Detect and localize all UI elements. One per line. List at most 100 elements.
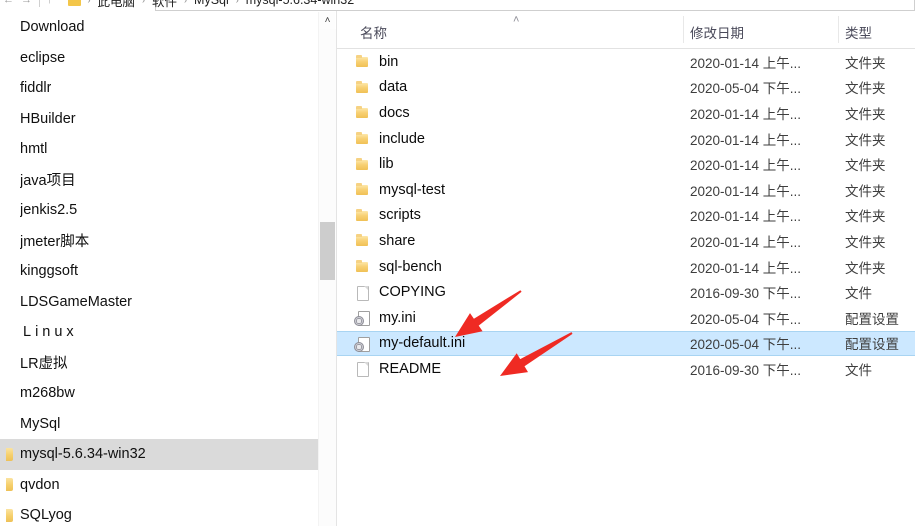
- file-name-cell[interactable]: data: [354, 79, 407, 95]
- nav-item-label: java项目: [20, 173, 76, 190]
- table-row[interactable]: COPYING 2016-09-30 下午... 文件: [337, 279, 915, 305]
- breadcrumb-item-0[interactable]: 此电脑: [98, 0, 136, 10]
- breadcrumb-separator-1: ›: [142, 0, 146, 5]
- date-modified-cell: 2020-05-04 下午...: [690, 311, 802, 327]
- table-row[interactable]: scripts 2020-01-14 上午... 文件夹: [337, 203, 915, 229]
- nav-item[interactable]: MySql: [0, 409, 318, 440]
- back-arrow-icon[interactable]: ←: [3, 0, 14, 6]
- file-name-cell[interactable]: lib: [354, 156, 394, 172]
- nav-item[interactable]: qvdon: [0, 470, 318, 501]
- file-name-cell[interactable]: my-default.ini: [354, 335, 465, 352]
- column-header-row: 名称 ˄ 修改日期 类型: [337, 11, 915, 49]
- table-row[interactable]: my.ini 2020-05-04 下午... 配置设置: [337, 305, 915, 331]
- breadcrumb-separator-2: ›: [184, 0, 188, 5]
- nav-item[interactable]: mysql-5.6.34-win32: [0, 439, 318, 470]
- column-divider-name-date[interactable]: [683, 16, 684, 43]
- file-name-label: README: [379, 360, 442, 377]
- type-cell: 文件夹: [845, 106, 886, 122]
- nav-item[interactable]: jmeter脚本: [0, 226, 318, 257]
- nav-item[interactable]: hmtl: [0, 134, 318, 165]
- scrollbar-track[interactable]: [319, 29, 336, 526]
- file-name-cell[interactable]: share: [354, 233, 415, 249]
- date-modified-cell: 2020-05-04 下午...: [690, 337, 802, 353]
- nav-item[interactable]: HBuilder: [0, 104, 318, 135]
- file-name-cell[interactable]: COPYING: [354, 284, 446, 301]
- table-row[interactable]: include 2020-01-14 上午... 文件夹: [337, 126, 915, 152]
- type-cell: 文件夹: [845, 81, 886, 97]
- type-cell: 文件夹: [845, 260, 886, 276]
- file-list: bin 2020-01-14 上午... 文件夹 data 2020-05-04 下午.…: [337, 49, 915, 382]
- file-list-pane: 名称 ˄ 修改日期 类型 bin 2020-01-14 上午... 文件夹 data 2…: [337, 11, 915, 526]
- date-modified-cell: 2020-01-14 上午...: [690, 158, 802, 174]
- table-row[interactable]: bin 2020-01-14 上午... 文件夹: [337, 49, 915, 75]
- table-row[interactable]: data 2020-05-04 下午... 文件夹: [337, 75, 915, 101]
- folder-icon: [354, 105, 370, 120]
- folder-icon: [354, 80, 370, 95]
- up-arrow-icon[interactable]: ↑: [47, 0, 53, 6]
- table-row[interactable]: share 2020-01-14 上午... 文件夹: [337, 228, 915, 254]
- navigation-pane-scrollbar[interactable]: ˄: [318, 12, 336, 526]
- file-name-cell[interactable]: bin: [354, 54, 398, 70]
- nav-item[interactable]: m268bw: [0, 378, 318, 409]
- nav-item[interactable]: Download: [0, 12, 318, 43]
- column-header-type[interactable]: 类型: [845, 22, 872, 43]
- nav-item-label: Linux: [23, 324, 78, 341]
- folder-icon: [354, 259, 370, 274]
- type-cell: 文件夹: [845, 183, 886, 199]
- nav-item[interactable]: jenkis2.5: [0, 195, 318, 226]
- nav-item-label: HBuilder: [20, 110, 76, 127]
- file-name-label: my.ini: [379, 309, 416, 326]
- date-modified-cell: 2020-01-14 上午...: [690, 106, 802, 122]
- nav-item-label: LDSGameMaster: [20, 293, 133, 310]
- nav-item-label: qvdon: [20, 476, 60, 493]
- file-name-cell[interactable]: scripts: [354, 207, 421, 223]
- address-folder-icon: [67, 0, 81, 6]
- column-divider-date-type[interactable]: [838, 16, 839, 43]
- breadcrumb-item-3[interactable]: mysql-5.6.34-win32: [246, 0, 354, 7]
- date-modified-cell: 2016-09-30 下午...: [690, 286, 802, 302]
- nav-item-label: jenkis2.5: [20, 202, 78, 219]
- table-row[interactable]: README 2016-09-30 下午... 文件: [337, 356, 915, 382]
- nav-item[interactable]: LR虚拟: [0, 348, 318, 379]
- file-name-cell[interactable]: docs: [354, 105, 410, 121]
- file-name-cell[interactable]: my.ini: [354, 309, 416, 327]
- nav-item[interactable]: fiddlr: [0, 73, 318, 104]
- type-cell: 文件夹: [845, 234, 886, 250]
- forward-arrow-icon[interactable]: →: [21, 0, 32, 6]
- nav-item-label: eclipse: [20, 49, 66, 66]
- file-name-label: data: [379, 79, 408, 96]
- folder-icon: [6, 478, 13, 492]
- file-name-cell[interactable]: README: [354, 360, 442, 378]
- breadcrumb-item-1[interactable]: 软件: [152, 0, 177, 10]
- nav-item-label: LR虚拟: [20, 356, 68, 373]
- table-row[interactable]: my-default.ini 2020-05-04 下午... 配置设置: [337, 330, 915, 357]
- nav-item[interactable]: eclipse: [0, 43, 318, 74]
- nav-item[interactable]: java项目: [0, 165, 318, 196]
- type-cell: 配置设置: [845, 311, 899, 327]
- folder-icon: [6, 447, 13, 461]
- navigation-pane: Download eclipse fiddlr HBuilder hmtl java项目 j…: [0, 12, 336, 526]
- file-name-cell[interactable]: include: [354, 131, 425, 147]
- column-header-date-modified[interactable]: 修改日期: [690, 22, 744, 43]
- nav-item[interactable]: Linux: [0, 317, 318, 348]
- type-cell: 配置设置: [845, 337, 899, 353]
- column-header-name[interactable]: 名称: [360, 22, 387, 43]
- file-name-cell[interactable]: sql-bench: [354, 259, 442, 275]
- folder-tree: Download eclipse fiddlr HBuilder hmtl java项目 j…: [0, 12, 318, 526]
- type-cell: 文件: [845, 286, 872, 302]
- scroll-up-arrow-icon[interactable]: ˄: [319, 12, 336, 29]
- table-row[interactable]: sql-bench 2020-01-14 上午... 文件夹: [337, 254, 915, 280]
- nav-item-label: jmeter脚本: [20, 234, 90, 251]
- scrollbar-thumb[interactable]: [320, 222, 335, 280]
- file-name-cell[interactable]: mysql-test: [354, 182, 445, 198]
- table-row[interactable]: lib 2020-01-14 上午... 文件夹: [337, 151, 915, 177]
- folder-icon: [354, 157, 370, 172]
- table-row[interactable]: mysql-test 2020-01-14 上午... 文件夹: [337, 177, 915, 203]
- nav-item[interactable]: SQLyog: [0, 500, 318, 526]
- table-row[interactable]: docs 2020-01-14 上午... 文件夹: [337, 100, 915, 126]
- nav-item-label: fiddlr: [20, 80, 52, 97]
- nav-item[interactable]: kinggsoft: [0, 256, 318, 287]
- column-header-name-label: 名称: [360, 26, 387, 41]
- breadcrumb-item-2[interactable]: MySql: [194, 0, 229, 7]
- nav-item[interactable]: LDSGameMaster: [0, 287, 318, 318]
